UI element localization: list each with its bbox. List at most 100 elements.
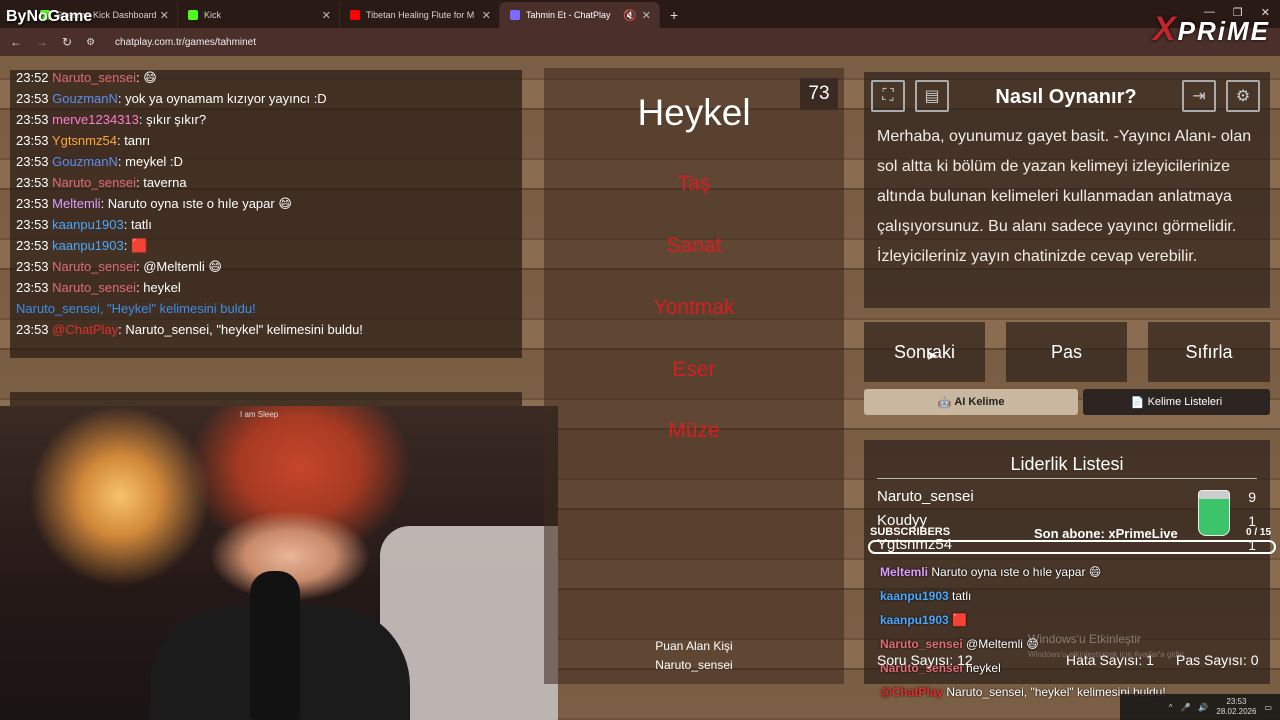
- close-tab-icon[interactable]: ✕: [642, 9, 651, 22]
- chat-username[interactable]: merve1234313: [52, 112, 139, 127]
- chat-time: 23:53: [16, 112, 53, 127]
- chat-username[interactable]: Naruto_sensei: [52, 259, 136, 274]
- document-icon: 📄: [1130, 396, 1148, 409]
- chat-text: : 🟥: [123, 238, 148, 253]
- chat-username[interactable]: Naruto_sensei: [52, 280, 136, 295]
- browser-tab-bar: Stream - Kick Dashboard ✕ Kick ✕ Tibetan…: [0, 0, 1280, 28]
- leaderboard-title: Liderlik Listesi: [1010, 454, 1124, 474]
- notes-icon[interactable]: ▤: [915, 80, 949, 112]
- clock-time: 23:53: [1226, 697, 1247, 706]
- chat-time: 23:53: [16, 196, 53, 211]
- chat-username[interactable]: kaanpu1903: [52, 217, 124, 232]
- chat-panel-footer: [10, 392, 522, 406]
- chat-message: 23:53 @ChatPlay: Naruto_sensei, "heykel"…: [16, 322, 363, 337]
- chat-username[interactable]: GouzmanN: [52, 154, 118, 169]
- new-tab-button[interactable]: +: [660, 2, 688, 28]
- close-tab-icon[interactable]: ✕: [160, 9, 169, 22]
- chat-text: : tatlı: [123, 217, 152, 232]
- chat-username[interactable]: @ChatPlay: [52, 322, 118, 337]
- chat-time: 23:53: [16, 154, 53, 169]
- reload-icon[interactable]: ↻: [62, 35, 72, 49]
- chat-text: : Naruto oyna ıste o hıle yapar 😄: [100, 196, 292, 211]
- chat-text: : @Meltemli 😄: [135, 259, 222, 274]
- chatplay-icon: [510, 10, 520, 20]
- chat-message: 23:53 Naruto_sensei: heykel: [16, 280, 181, 295]
- chat-text: : tanrı: [116, 133, 151, 148]
- tab-title: Tahmin Et - ChatPlay: [526, 10, 611, 20]
- forward-icon[interactable]: →: [36, 35, 48, 49]
- ai-word-label: AI Kelime: [954, 396, 1005, 408]
- settings-gear-icon[interactable]: ⚙: [1226, 80, 1260, 112]
- webcam-feed: I am Sleep: [0, 406, 558, 720]
- chat-username[interactable]: Naruto_sensei, "Heykel" kelimesini buldu…: [16, 301, 256, 316]
- chat-message: 23:53 Ygtsnmz54: tanrı: [16, 133, 150, 148]
- chat-username[interactable]: Naruto_sensei: [52, 70, 136, 85]
- tab-youtube[interactable]: Tibetan Healing Flute for M ✕: [340, 2, 500, 28]
- activation-watermark: Windows'u Etkinleştir: [1028, 632, 1141, 646]
- chat-time: 23:53: [16, 217, 53, 232]
- tray-arrow-icon[interactable]: ^: [1169, 703, 1173, 712]
- chat-text: : yok ya oynamam kızıyor yayıncı :D: [117, 91, 327, 106]
- tab-kick[interactable]: Kick ✕: [178, 2, 340, 28]
- overlay-chat-text: tatlı: [952, 589, 972, 603]
- chat-message: 23:52 Naruto_sensei: 😄: [16, 70, 157, 86]
- clock[interactable]: 23:53 28.02.2026: [1216, 697, 1256, 717]
- overlay-chat-username: Naruto_sensei: [880, 637, 967, 651]
- target-word: Heykel: [637, 92, 751, 133]
- clock-date: 28.02.2026: [1216, 707, 1257, 716]
- chat-text: : 😄: [135, 70, 157, 85]
- chat-text: : heykel: [135, 280, 181, 295]
- chat-time: 23:53: [16, 322, 53, 337]
- close-tab-icon[interactable]: ✕: [322, 9, 331, 22]
- chat-username[interactable]: Ygtsnmz54: [52, 133, 117, 148]
- divider: [877, 478, 1257, 479]
- leaderboard-name: Naruto_sensei: [877, 488, 974, 505]
- chat-time: 23:53: [16, 238, 53, 253]
- chat-message: 23:53 kaanpu1903: tatlı: [16, 217, 152, 232]
- chat-time: 23:53: [16, 133, 52, 148]
- notification-icon[interactable]: ▭: [1264, 703, 1272, 712]
- chat-message: 23:53 GouzmanN: yok ya oynamam kızıyor y…: [16, 91, 327, 106]
- robot-icon: 🤖: [937, 396, 955, 409]
- overlay-chat-message: kaanpu1903 🟥: [880, 613, 967, 627]
- scorer-label: Puan Alan Kişi: [655, 639, 733, 653]
- chat-text: : taverna: [135, 175, 187, 190]
- close-tab-icon[interactable]: ✕: [482, 9, 491, 22]
- mic-icon[interactable]: 🎤: [1180, 703, 1190, 712]
- chat-username[interactable]: Meltemli: [52, 196, 100, 211]
- xprime-logo-x: X: [1152, 10, 1178, 48]
- word-lists-button[interactable]: 📄 Kelime Listeleri: [1083, 389, 1270, 415]
- overlay-chat-username: @ChatPlay: [880, 685, 947, 699]
- chat-username[interactable]: Naruto_sensei: [52, 175, 136, 190]
- chat-text: : meykel :D: [117, 154, 183, 169]
- howto-text: Merhaba, oyunumuz gayet basit. -Yayıncı …: [877, 128, 1252, 265]
- overlay-chat-username: Meltemli: [880, 565, 932, 579]
- ai-word-button[interactable]: 🤖 AI Kelime: [864, 389, 1078, 415]
- url-field[interactable]: chatplay.com.tr/games/tahminet: [115, 37, 256, 48]
- overlay-chat-message: Meltemli Naruto oyna ıste o hıle yapar 😄: [880, 565, 1101, 579]
- leaderboard-score: 9: [1248, 489, 1256, 505]
- mute-tab-icon[interactable]: 🔇: [623, 9, 637, 22]
- chat-username[interactable]: GouzmanN: [52, 91, 118, 106]
- fullscreen-icon[interactable]: ⛶: [871, 80, 905, 112]
- last-subscriber: Son abone: xPrimeLive: [1034, 526, 1178, 541]
- back-icon[interactable]: ←: [10, 35, 22, 49]
- chat-message: 23:53 Meltemli: Naruto oyna ıste o hıle …: [16, 196, 292, 212]
- volume-icon[interactable]: 🔊: [1198, 703, 1208, 712]
- pass-button[interactable]: Pas: [1006, 322, 1127, 382]
- logout-icon[interactable]: ⇥: [1182, 80, 1216, 112]
- tab-title: Tibetan Healing Flute for M: [366, 10, 475, 20]
- next-button[interactable]: Sonraki: [864, 322, 985, 382]
- site-info-icon[interactable]: ⚙: [86, 37, 95, 48]
- tab-title: Kick: [204, 10, 222, 20]
- overlay-chat-message: Naruto_sensei @Meltemli 😄: [880, 637, 1039, 651]
- overlay-chat-message: kaanpu1903 tatlı: [880, 589, 971, 603]
- chat-username[interactable]: kaanpu1903: [52, 238, 124, 253]
- question-count: Soru Sayısı: 12: [877, 652, 973, 668]
- reset-button[interactable]: Sıfırla: [1148, 322, 1270, 382]
- word-lists-label: Kelime Listeleri: [1147, 396, 1223, 408]
- tab-chatplay[interactable]: Tahmin Et - ChatPlay 🔇 ✕: [500, 2, 660, 28]
- chat-time: 23:53: [16, 259, 53, 274]
- taboo-word: Sanat: [666, 234, 722, 257]
- chat-message: 23:53 Naruto_sensei: @Meltemli 😄: [16, 259, 222, 275]
